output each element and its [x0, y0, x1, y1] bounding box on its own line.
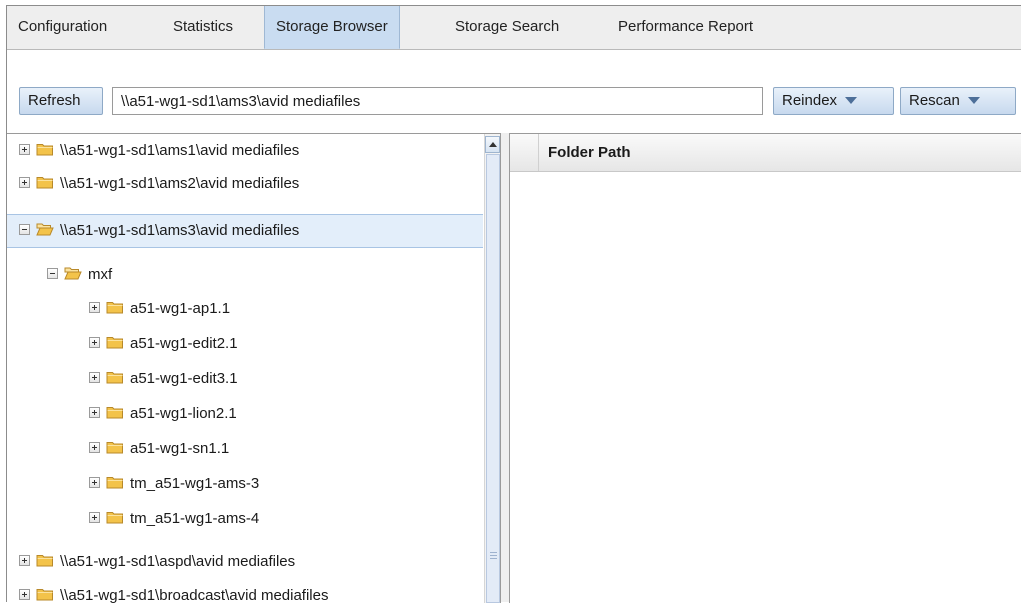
expand-icon[interactable] — [89, 477, 100, 488]
folder-icon — [106, 337, 123, 349]
tree-item[interactable]: mxf — [7, 258, 483, 291]
tree-vertical-scrollbar[interactable] — [484, 134, 500, 603]
tree-item[interactable]: \\a51-wg1-sd1\ams2\avid mediafiles — [7, 167, 483, 200]
tree-item[interactable]: \\a51-wg1-sd1\aspd\avid mediafiles — [7, 545, 483, 578]
tab-storage-search[interactable]: Storage Search — [444, 6, 570, 48]
tree-item[interactable]: a51-wg1-edit3.1 — [7, 362, 483, 395]
expand-icon[interactable] — [89, 372, 100, 383]
scrollbar-thumb[interactable] — [486, 154, 500, 603]
row-header-gutter — [510, 134, 539, 171]
expand-icon[interactable] — [89, 302, 100, 313]
tree-item[interactable]: tm_a51-wg1-ams-4 — [7, 502, 483, 535]
folder-tree-pane: \\a51-wg1-sd1\ams1\avid mediafiles \\a51-… — [7, 133, 501, 603]
rescan-button-label: Rescan — [909, 92, 960, 109]
collapse-icon[interactable] — [47, 268, 58, 279]
expand-icon[interactable] — [19, 177, 30, 188]
folder-icon — [106, 442, 123, 454]
chevron-down-icon — [967, 96, 980, 104]
tree-item[interactable]: a51-wg1-ap1.1 — [7, 292, 483, 325]
tree-item-label: \\a51-wg1-sd1\aspd\avid mediafiles — [60, 553, 296, 570]
folder-icon — [106, 372, 123, 384]
tree-item-label: a51-wg1-edit2.1 — [130, 335, 238, 352]
folder-open-icon — [64, 267, 82, 280]
tree-item[interactable]: \\a51-wg1-sd1\broadcast\avid mediafiles — [7, 579, 483, 603]
folder-icon — [106, 512, 123, 524]
tree-item[interactable]: a51-wg1-lion2.1 — [7, 397, 483, 430]
tree-item-label: \\a51-wg1-sd1\broadcast\avid mediafiles — [60, 587, 329, 603]
tree-item[interactable]: a51-wg1-sn1.1 — [7, 432, 483, 465]
tree-item-label: \\a51-wg1-sd1\ams3\avid mediafiles — [60, 222, 300, 239]
folder-icon — [36, 177, 53, 189]
expand-icon[interactable] — [89, 337, 100, 348]
tree-item[interactable]: \\a51-wg1-sd1\ams1\avid mediafiles — [7, 134, 483, 167]
tree-item-label: a51-wg1-lion2.1 — [130, 405, 237, 422]
results-pane: Folder Path — [509, 133, 1021, 603]
reindex-button-label: Reindex — [782, 92, 838, 109]
folder-open-icon — [36, 223, 54, 236]
tab-bar: Configuration Statistics Storage Browser… — [7, 6, 1021, 50]
tree-item[interactable]: tm_a51-wg1-ams-3 — [7, 467, 483, 500]
folder-icon — [36, 589, 53, 601]
folder-icon — [106, 302, 123, 314]
refresh-button[interactable]: Refresh — [19, 87, 103, 115]
folder-icon — [106, 407, 123, 419]
tree-item-label: mxf — [88, 266, 113, 283]
expand-icon[interactable] — [19, 589, 30, 600]
folder-icon — [106, 477, 123, 489]
tree-item-label: \\a51-wg1-sd1\ams2\avid mediafiles — [60, 175, 300, 192]
tab-statistics[interactable]: Statistics — [162, 6, 244, 48]
scroll-up-arrow-icon[interactable] — [485, 136, 500, 153]
tree-item[interactable]: \\a51-wg1-sd1\ams3\avid mediafiles — [7, 214, 483, 248]
reindex-dropdown-button[interactable]: Reindex — [773, 87, 894, 115]
collapse-icon[interactable] — [19, 224, 30, 235]
chevron-down-icon — [845, 96, 858, 104]
refresh-button-label: Refresh — [28, 92, 81, 109]
expand-icon[interactable] — [19, 555, 30, 566]
tab-storage-browser[interactable]: Storage Browser — [264, 6, 400, 49]
folder-icon — [36, 555, 53, 567]
expand-icon[interactable] — [89, 512, 100, 523]
pane-splitter[interactable] — [501, 133, 509, 602]
tree-item-label: a51-wg1-edit3.1 — [130, 370, 238, 387]
tree-item-label: tm_a51-wg1-ams-4 — [130, 510, 260, 527]
expand-icon[interactable] — [89, 442, 100, 453]
tab-configuration[interactable]: Configuration — [7, 6, 118, 48]
tree-item-label: a51-wg1-sn1.1 — [130, 440, 230, 457]
column-header-folder-path[interactable]: Folder Path — [548, 134, 631, 171]
tab-performance-report[interactable]: Performance Report — [607, 6, 764, 48]
tree-item-label: a51-wg1-ap1.1 — [130, 300, 231, 317]
folder-icon — [36, 144, 53, 156]
expand-icon[interactable] — [19, 144, 30, 155]
expand-icon[interactable] — [89, 407, 100, 418]
tree-item-label: \\a51-wg1-sd1\ams1\avid mediafiles — [60, 142, 300, 159]
tree-item-label: tm_a51-wg1-ams-3 — [130, 475, 260, 492]
results-table-header: Folder Path — [510, 134, 1021, 172]
tree-item[interactable]: a51-wg1-edit2.1 — [7, 327, 483, 360]
path-input[interactable] — [112, 87, 763, 115]
rescan-dropdown-button[interactable]: Rescan — [900, 87, 1016, 115]
